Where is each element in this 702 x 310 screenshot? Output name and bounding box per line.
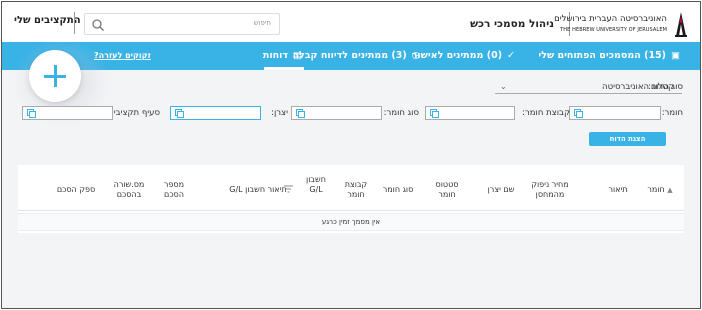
lookup-icon[interactable]	[296, 109, 305, 118]
document-icon: ▣	[671, 50, 680, 61]
search-icon[interactable]	[91, 18, 105, 32]
column-header-agreement-number[interactable]: מספר הסכם	[156, 180, 192, 200]
empty-message: אין מסמך זמין כרגע	[321, 218, 381, 226]
report-icon: ▤	[293, 50, 302, 61]
lookup-icon[interactable]	[574, 109, 583, 118]
clock-icon: ◷	[411, 50, 420, 61]
manufacturer-label: יצרן:	[271, 108, 288, 118]
university-logo-icon	[675, 12, 687, 37]
report-table: ▲ חומר תיאור מחיר ניפוק מהמחסן שם יצרן ס…	[18, 165, 684, 233]
chevron-down-icon: ⌄	[500, 82, 507, 91]
app-window: התקציבים שלי חיפוש ניהול מסמכי רכש האוני…	[1, 1, 701, 309]
lookup-icon[interactable]	[27, 109, 36, 118]
filter-icon[interactable]	[284, 185, 293, 193]
budget-section-field[interactable]	[22, 106, 113, 120]
report-type-select[interactable]: קטלוג האוניברסיטה ⌄	[495, 82, 682, 94]
column-header-material-status[interactable]: סטטוס חומר	[426, 180, 468, 200]
material-type-field[interactable]	[291, 106, 382, 120]
column-header-material[interactable]: ▲ חומר	[638, 185, 682, 195]
search-placeholder: חיפוש	[253, 19, 271, 27]
column-header-manufacturer-name[interactable]: שם יצרן	[476, 185, 526, 195]
app-title: ניהול מסמכי רכש	[470, 18, 554, 30]
header-separator	[18, 210, 684, 211]
material-label: חומר:	[661, 108, 683, 118]
top-header: התקציבים שלי חיפוש ניהול מסמכי רכש האוני…	[2, 2, 700, 42]
column-header-warehouse-price[interactable]: מחיר ניפוק מהמחסן	[526, 180, 574, 200]
column-header-description[interactable]: תיאור	[603, 185, 633, 195]
user-icon: ▲	[667, 186, 673, 194]
tab-awaiting-approval[interactable]: ✓(0) ממתינים לאישור	[412, 50, 515, 61]
material-type-label: סוג חומר:	[383, 108, 419, 118]
column-header-material-type[interactable]: סוג חומר	[376, 185, 420, 195]
plus-icon	[44, 75, 66, 78]
my-budgets-link[interactable]: התקציבים שלי	[14, 15, 81, 26]
lookup-icon[interactable]	[175, 109, 184, 118]
show-report-button[interactable]: הצגת הדוח	[589, 132, 666, 146]
university-name-hebrew: האוניברסיטה העברית בירושלים	[554, 14, 667, 24]
tab-reports[interactable]: ▤דוחות	[263, 50, 302, 61]
check-circle-icon: ✓	[507, 50, 515, 61]
material-group-field[interactable]	[425, 106, 515, 120]
column-header-gl-account[interactable]: חשבון G/L	[300, 175, 332, 195]
material-group-label: קבוצת חומר:	[522, 108, 570, 118]
tab-my-open-documents[interactable]: ▣(15) המסמכים הפתוחים שלי	[538, 50, 680, 61]
empty-table-row: אין מסמך זמין כרגע	[18, 213, 684, 231]
column-header-material-group[interactable]: קבוצת חומר	[336, 180, 376, 200]
university-name-english: THE HEBREW UNIVERSITY OF JERUSALEM	[560, 27, 667, 33]
budget-section-label: סעיף תקציבי:	[110, 108, 160, 118]
active-tab-indicator	[264, 67, 304, 70]
header-divider	[74, 12, 75, 34]
column-header-agreement-line[interactable]: מס.שורה בהסכם	[106, 180, 152, 200]
report-type-value: קטלוג האוניברסיטה	[602, 82, 674, 92]
material-field[interactable]	[569, 106, 661, 120]
lookup-icon[interactable]	[430, 109, 439, 118]
tab-awaiting-receipt-report[interactable]: ◷(3) ממתינים לדיווח קבלה	[292, 50, 420, 61]
search-input[interactable]: חיפוש	[84, 13, 280, 35]
add-document-button[interactable]	[29, 50, 81, 102]
manufacturer-field[interactable]	[170, 106, 261, 120]
column-header-agreement-supplier[interactable]: ספק הסכם	[48, 185, 104, 195]
